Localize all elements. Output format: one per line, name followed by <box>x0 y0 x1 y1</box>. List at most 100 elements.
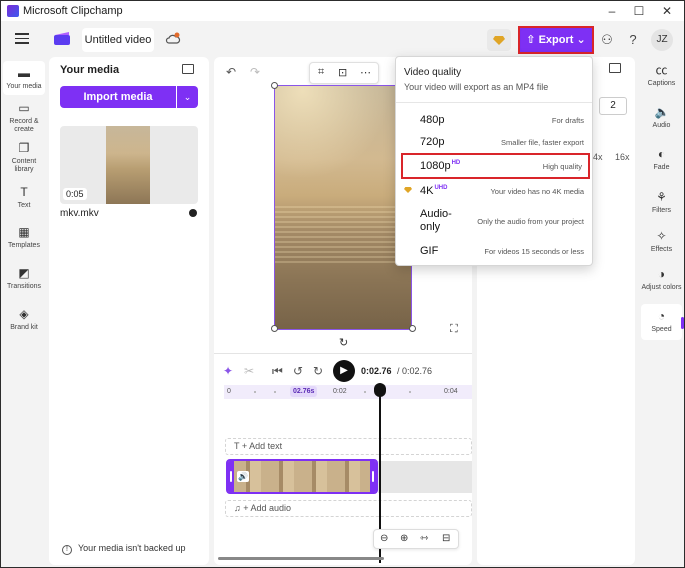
fit-icon[interactable]: ⊡ <box>338 66 347 79</box>
split-icon[interactable]: ✂ <box>244 364 254 378</box>
avatar[interactable]: JZ <box>651 29 673 51</box>
sparkle-icon[interactable]: ✦ <box>223 364 233 378</box>
check-icon <box>189 209 197 217</box>
info-icon: ! <box>62 545 72 555</box>
nav-speed[interactable]: ◔ Speed <box>641 304 682 340</box>
zoom-out-icon[interactable]: ⊖ <box>380 533 388 544</box>
fullscreen-icon[interactable]: ⛶ <box>450 323 458 336</box>
share-icon[interactable]: ⚇ <box>599 32 615 48</box>
upload-icon: ⇧ <box>526 34 539 46</box>
music-note-icon: ♫ <box>234 503 244 513</box>
timeline-panel: ✦ ✂ ⏮ ↺ ↻ ▶ 0:02.76 / 0:02.76 0 02.76s 0… <box>214 353 472 565</box>
chevron-down-icon: ⌄ <box>183 92 192 102</box>
nav-text[interactable]: T Text <box>3 185 45 210</box>
title-bar: Microsoft Clipchamp – ☐ ✕ <box>1 1 684 21</box>
nav-record-create[interactable]: ▭ Record & create <box>3 101 45 134</box>
brand-kit-icon: ◈ <box>19 307 29 321</box>
left-nav: ▬ Your media ▭ Record & create ❐ Content li… <box>1 57 47 567</box>
speed-label: 4x <box>593 152 603 162</box>
resize-handle[interactable] <box>409 325 416 332</box>
resize-handle[interactable] <box>271 325 278 332</box>
undo-icon[interactable]: ↶ <box>226 65 236 79</box>
library-icon: ❐ <box>18 141 30 155</box>
clip-trim-handle-right[interactable] <box>370 461 376 492</box>
ruler-label: 0:02 <box>333 388 347 395</box>
import-dropdown-button[interactable]: ⌄ <box>177 86 198 108</box>
templates-icon: ▦ <box>18 225 30 239</box>
right-nav: ㏄ Captions 🔈 Audio ◐ Fade ⚘ Filters ✧ Effects… <box>639 57 684 567</box>
video-clip[interactable]: 🔊 <box>226 459 378 494</box>
nav-captions[interactable]: ㏄ Captions <box>641 63 682 88</box>
app-icon <box>7 5 19 17</box>
nav-brand-kit[interactable]: ◈ Brand kit <box>3 307 45 332</box>
nav-your-media[interactable]: ▬ Your media <box>3 61 45 95</box>
hd-badge: HD <box>451 160 461 166</box>
option-audio-only[interactable]: Audio-only Only the audio from your proj… <box>396 206 592 236</box>
media-panel-title: Your media <box>60 64 120 76</box>
option-1080p[interactable]: 1080pHD High quality <box>401 153 590 179</box>
import-media-button[interactable]: Import media <box>60 86 176 108</box>
speed-value-input[interactable]: 2 <box>599 97 627 115</box>
add-audio-label: ♫ + Add audio <box>234 503 292 513</box>
ruler-label: 0 <box>227 388 231 395</box>
app-window: Microsoft Clipchamp – ☐ ✕ Untitled video… <box>0 0 685 568</box>
thumbnail-image <box>106 126 150 204</box>
gem-icon <box>404 187 412 193</box>
more-icon[interactable]: ⋯ <box>360 66 371 79</box>
effects-icon: ✧ <box>656 229 667 243</box>
clip-trim-handle-left[interactable] <box>228 461 234 492</box>
active-indicator <box>681 317 684 329</box>
maximize-icon[interactable]: ☐ <box>630 3 648 19</box>
option-720p[interactable]: 720p Smaller file, faster export <box>396 129 592 155</box>
nav-effects[interactable]: ✧ Effects <box>641 229 682 254</box>
cloud-off-icon[interactable] <box>165 31 181 47</box>
premium-gem-button[interactable] <box>487 29 511 51</box>
rotate-icon[interactable]: ↻ <box>339 336 348 349</box>
option-4k[interactable]: 4KUHD Your video has no 4K media <box>396 178 592 204</box>
rewind-5-icon[interactable]: ↺ <box>293 364 303 378</box>
video-preview[interactable] <box>274 85 412 330</box>
minimize-icon[interactable]: – <box>603 3 621 19</box>
text-icon: T <box>234 441 242 451</box>
ruler-label: 0:04 <box>444 388 458 395</box>
export-button[interactable]: ⇧ Export ⌄ <box>518 26 594 54</box>
expand-icon[interactable]: ⊟ <box>442 533 450 544</box>
project-title[interactable]: Untitled video <box>82 28 154 52</box>
total-time: / 0:02.76 <box>397 366 433 376</box>
backup-notice[interactable]: ! Your media isn't backed up <box>62 543 185 555</box>
timeline-scrollbar[interactable] <box>218 557 384 560</box>
volume-icon[interactable]: 🔊 <box>237 471 249 482</box>
collapse-panel-icon[interactable] <box>182 64 194 74</box>
add-text-track[interactable]: T + Add text <box>225 438 472 455</box>
nav-templates[interactable]: ▦ Templates <box>3 225 45 250</box>
fit-timeline-icon[interactable]: ⇿ <box>420 533 428 544</box>
media-file-name: mkv.mkv <box>60 208 99 219</box>
zoom-controls: ⊖ ⊕ ⇿ ⊟ <box>373 529 459 549</box>
nav-transitions[interactable]: ◩ Transitions <box>3 266 45 291</box>
forward-5-icon[interactable]: ↻ <box>313 364 323 378</box>
media-thumbnail[interactable]: 0:05 <box>60 126 198 204</box>
option-gif[interactable]: GIF For videos 15 seconds or less <box>396 238 592 264</box>
nav-audio[interactable]: 🔈 Audio <box>641 105 682 130</box>
nav-adjust-colors[interactable]: ◑ Adjust colors <box>641 267 682 292</box>
resize-handle[interactable] <box>271 82 278 89</box>
add-audio-track[interactable]: ♫ + Add audio <box>225 500 472 517</box>
menu-icon[interactable] <box>15 33 29 44</box>
close-icon[interactable]: ✕ <box>658 3 676 19</box>
nav-fade[interactable]: ◐ Fade <box>641 147 682 172</box>
adjust-colors-icon: ◑ <box>657 267 666 281</box>
help-icon[interactable]: ? <box>625 32 641 48</box>
crop-icon[interactable]: ⌗ <box>318 66 324 79</box>
skip-back-icon[interactable]: ⏮ <box>272 364 283 379</box>
nav-content-library[interactable]: ❐ Content library <box>3 141 45 174</box>
collapse-panel-icon[interactable] <box>609 63 621 73</box>
preview-toolbar: ⌗ ⊡ ⋯ <box>309 62 379 84</box>
zoom-in-icon[interactable]: ⊕ <box>400 533 408 544</box>
menu-subtitle: Your video will export as an MP4 file <box>404 82 549 92</box>
nav-filters[interactable]: ⚘ Filters <box>641 190 682 215</box>
chevron-down-icon: ⌄ <box>573 34 586 46</box>
uhd-badge: UHD <box>434 185 448 191</box>
play-button[interactable]: ▶ <box>333 360 355 382</box>
timeline-ruler[interactable]: 0 02.76s 0:02 0:04 <box>224 385 472 399</box>
redo-icon[interactable]: ↷ <box>250 65 260 79</box>
